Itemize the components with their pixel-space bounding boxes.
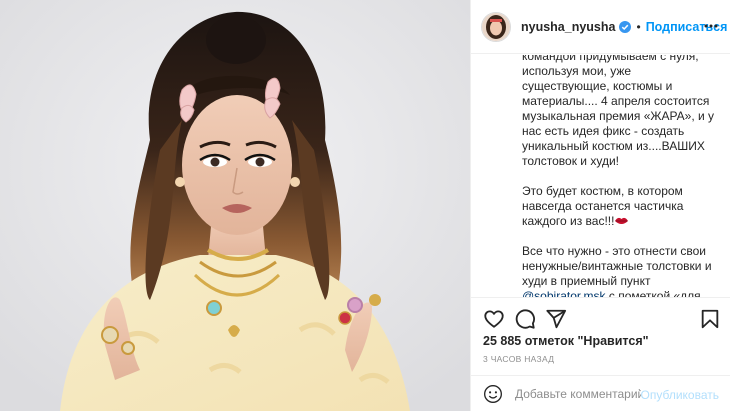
post-header: nyusha_nyusha • Подписаться [471,0,730,54]
caption-paragraph-2: Это будет костюм, в котором навсегда ост… [522,184,715,229]
comment-icon[interactable] [514,308,536,330]
emoji-icon[interactable] [483,384,503,404]
post-sidebar: nyusha_nyusha • Подписаться командой при… [470,0,730,411]
separator-dot: • [636,19,641,34]
bookmark-icon[interactable] [699,308,721,330]
lips-emoji-icon [615,217,629,224]
comment-bar: Опубликовать [471,375,730,411]
caption-paragraph-3: Все что нужно - это отнести свои ненужны… [522,244,715,297]
post-timestamp[interactable]: 3 часов назад [483,354,554,364]
mention-link[interactable]: @sobirator.msk [522,289,606,297]
heart-icon[interactable] [483,308,505,330]
post-caption: командой придумываем с нуля, используя м… [471,55,730,297]
comment-input[interactable] [515,384,641,404]
more-options-icon[interactable] [703,18,719,34]
post-photo-illustration [0,0,470,411]
caption-paragraph-2-text: Это будет костюм, в котором навсегда ост… [522,184,684,228]
author-avatar[interactable] [481,11,511,42]
likes-count[interactable]: 25 885 отметок "Нравится" [483,334,649,348]
avatar-image [482,12,510,41]
post-actions [471,297,730,339]
post-photo[interactable] [0,0,470,411]
caption-paragraph-3-before: Все что нужно - это отнести свои ненужны… [522,244,712,288]
verified-badge-icon [619,20,632,33]
share-icon[interactable] [545,308,567,330]
publish-button[interactable]: Опубликовать [641,388,719,402]
author-username[interactable]: nyusha_nyusha [521,20,615,34]
caption-paragraph-1: командой придумываем с нуля, используя м… [522,55,715,168]
